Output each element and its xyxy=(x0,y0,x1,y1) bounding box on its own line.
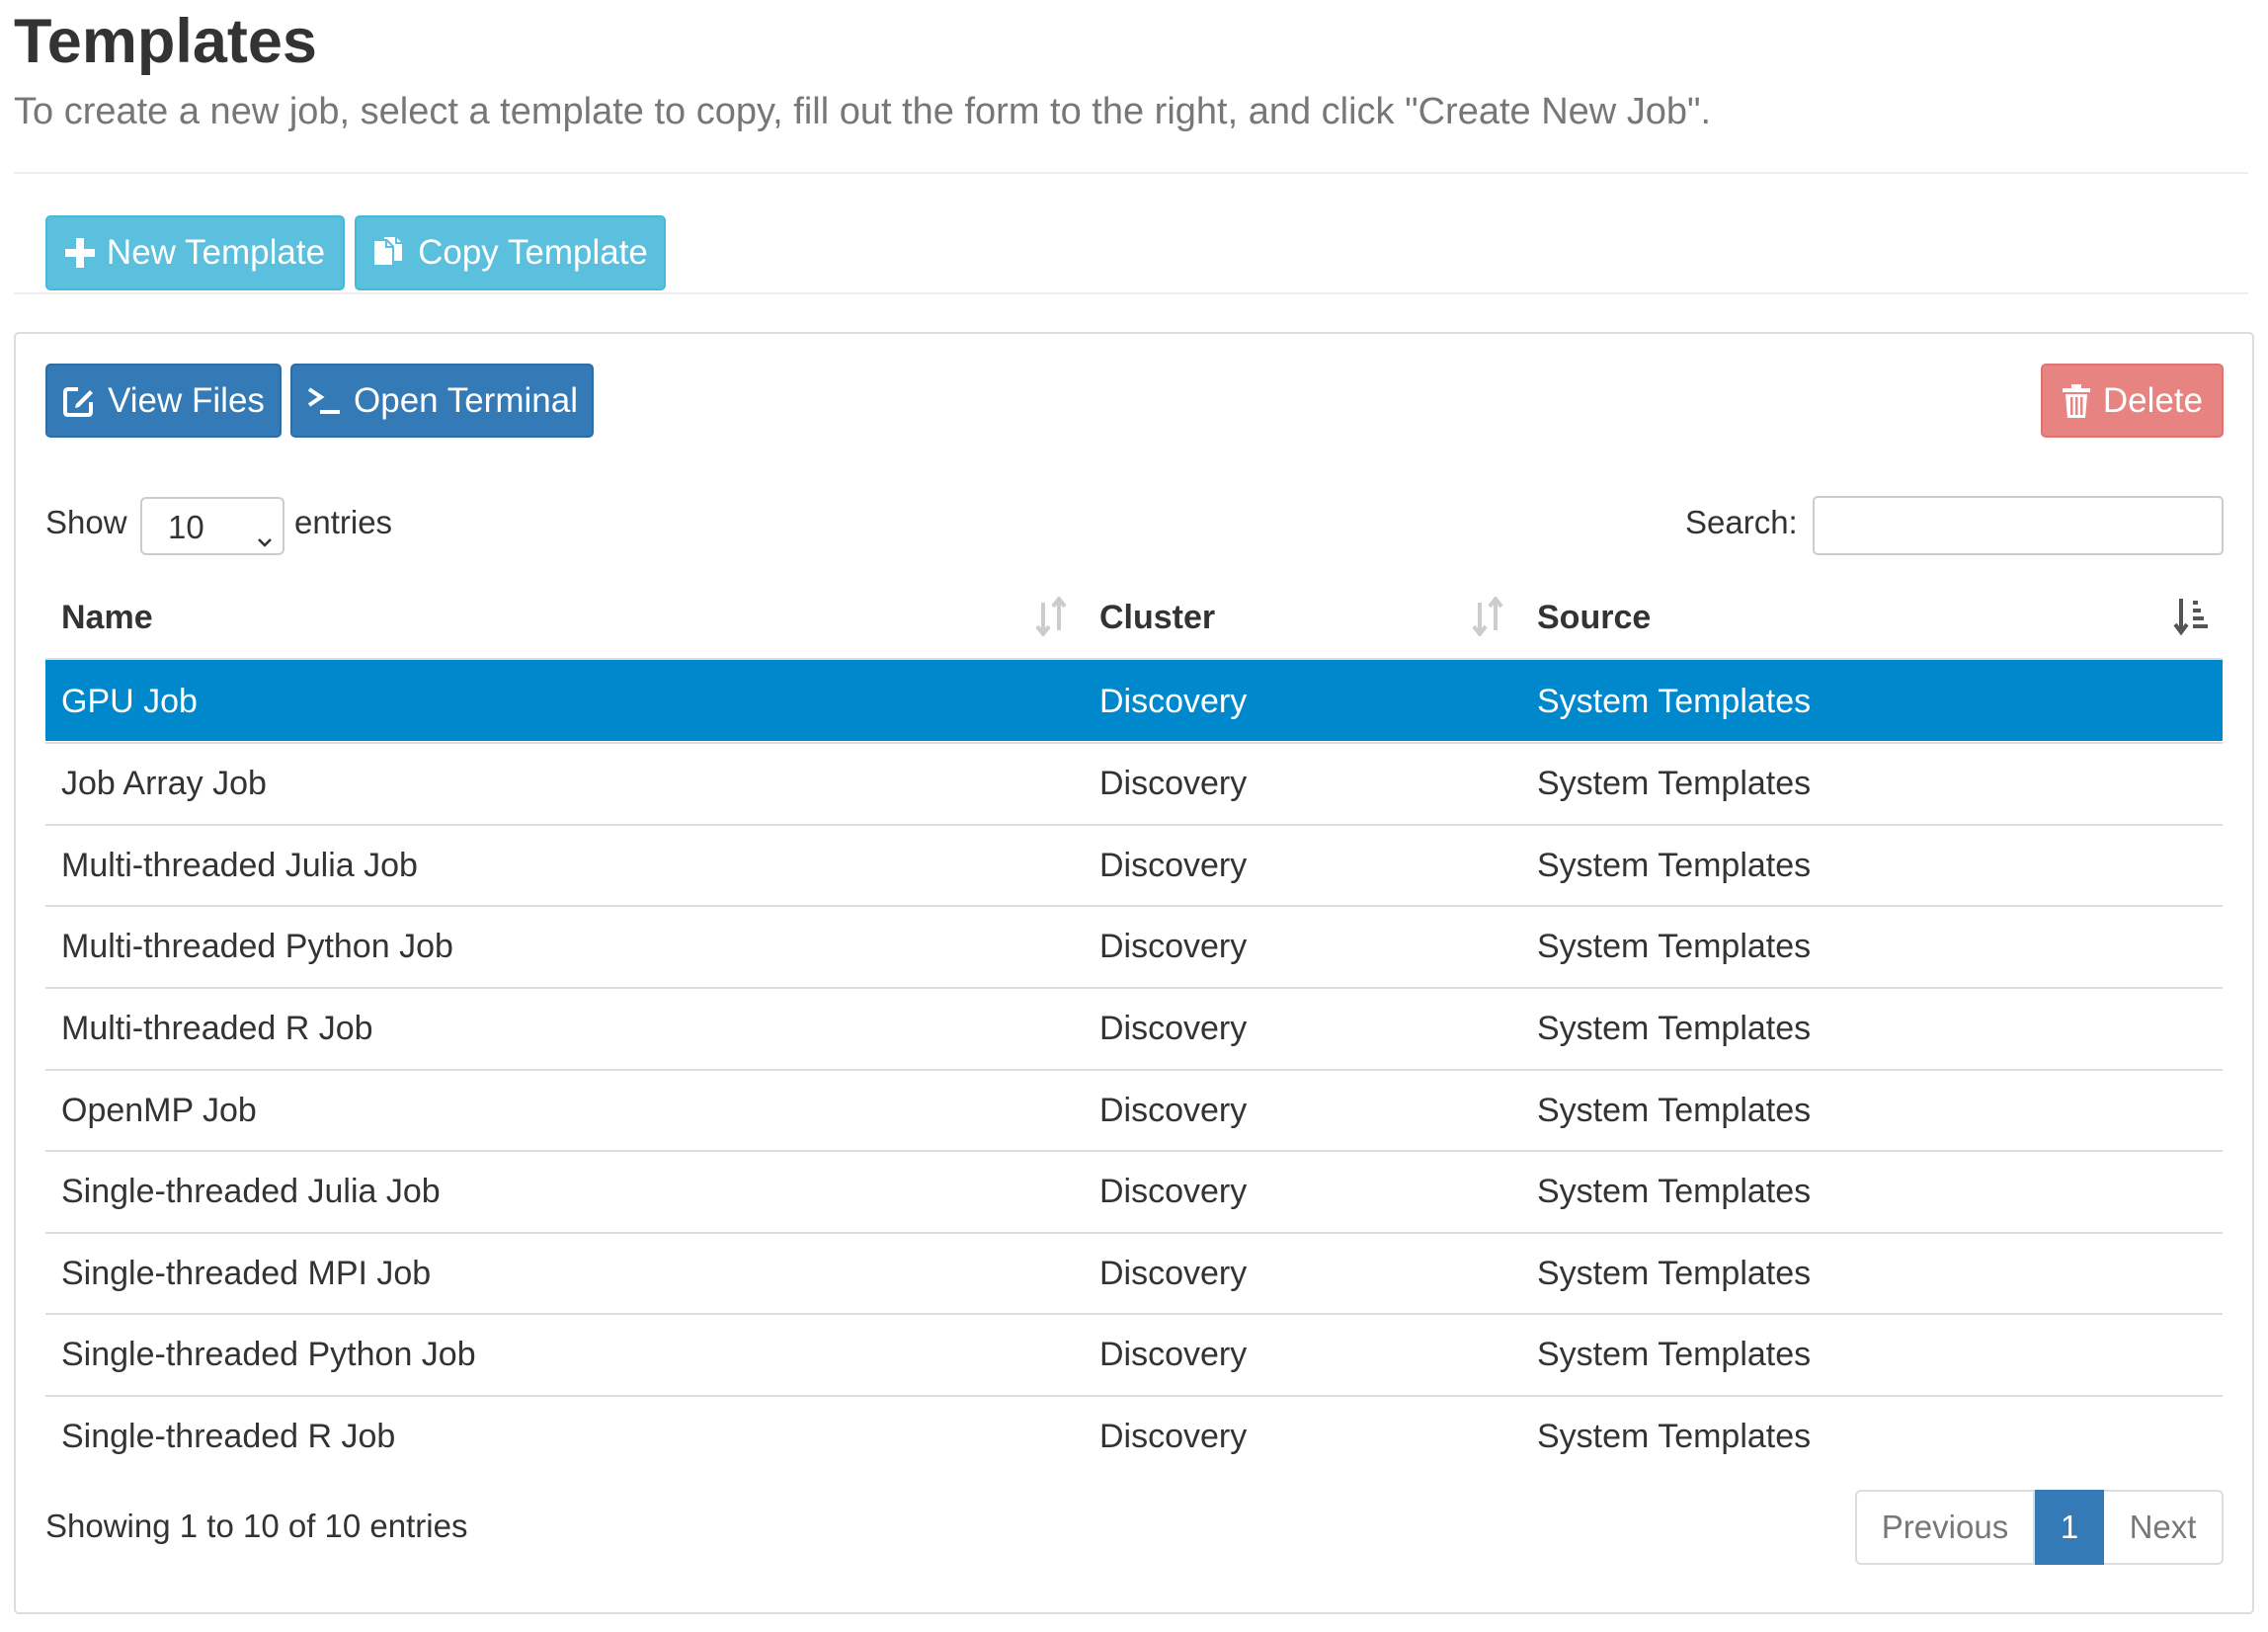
cell-cluster: Discovery xyxy=(1099,1092,1248,1129)
copy-template-button[interactable]: Copy Template xyxy=(355,215,666,290)
page-title: Templates xyxy=(14,7,317,76)
page-length-select[interactable]: 10 xyxy=(140,497,284,555)
table-row[interactable]: Job Array Job Discovery System Templates xyxy=(45,742,2223,823)
page-length-value: 10 xyxy=(168,509,204,545)
chevron-down-icon xyxy=(257,519,273,556)
pagination: Previous 1 Next xyxy=(1855,1490,2224,1565)
search-label: Search: xyxy=(1685,504,1798,540)
delete-label: Delete xyxy=(2102,380,2204,420)
cell-name: Multi-threaded R Job xyxy=(61,1010,373,1047)
table-row[interactable]: Multi-threaded R Job Discovery System Te… xyxy=(45,987,2223,1068)
plus-icon xyxy=(64,238,95,268)
cell-cluster: Discovery xyxy=(1099,765,1248,802)
cell-source: System Templates xyxy=(1537,683,1812,720)
cell-cluster: Discovery xyxy=(1099,1336,1248,1373)
table-row[interactable]: GPU Job Discovery System Templates xyxy=(45,660,2223,741)
copy-template-label: Copy Template xyxy=(418,233,648,272)
cell-cluster: Discovery xyxy=(1099,683,1248,720)
cell-source: System Templates xyxy=(1537,1173,1812,1210)
header-divider xyxy=(14,172,2248,174)
open-terminal-button[interactable]: Open Terminal xyxy=(290,364,594,438)
cell-source: System Templates xyxy=(1537,1092,1812,1129)
cell-cluster: Discovery xyxy=(1099,1173,1248,1210)
previous-page-button[interactable]: Previous xyxy=(1855,1490,2035,1565)
cell-source: System Templates xyxy=(1537,1010,1812,1047)
table-row[interactable]: OpenMP Job Discovery System Templates xyxy=(45,1069,2223,1150)
new-template-label: New Template xyxy=(106,233,326,272)
cell-source: System Templates xyxy=(1537,928,1812,965)
page-button-1[interactable]: 1 xyxy=(2035,1490,2104,1565)
table-row[interactable]: Multi-threaded Python Job Discovery Syst… xyxy=(45,905,2223,986)
sort-both-icon[interactable] xyxy=(1033,595,1069,641)
search-input[interactable] xyxy=(1813,496,2224,555)
cell-name: Job Array Job xyxy=(61,765,267,802)
cell-source: System Templates xyxy=(1537,1418,1812,1455)
cell-name: OpenMP Job xyxy=(61,1092,257,1129)
column-header-source[interactable]: Source xyxy=(1537,585,1651,650)
view-files-button[interactable]: View Files xyxy=(45,364,282,438)
cell-source: System Templates xyxy=(1537,1336,1812,1373)
show-label: Show xyxy=(45,504,127,540)
table-info: Showing 1 to 10 of 10 entries xyxy=(45,1508,468,1544)
toolbar-divider xyxy=(14,292,2248,294)
cell-cluster: Discovery xyxy=(1099,928,1248,965)
cell-name: Single-threaded R Job xyxy=(61,1418,396,1455)
table-row[interactable]: Single-threaded Julia Job Discovery Syst… xyxy=(45,1150,2223,1231)
table-row[interactable]: Single-threaded Python Job Discovery Sys… xyxy=(45,1313,2223,1394)
cell-cluster: Discovery xyxy=(1099,847,1248,884)
sort-asc-icon[interactable] xyxy=(2173,597,2211,641)
cell-source: System Templates xyxy=(1537,765,1812,802)
terminal-icon xyxy=(306,385,342,417)
copy-icon xyxy=(372,235,406,271)
view-files-label: View Files xyxy=(108,380,265,420)
open-terminal-label: Open Terminal xyxy=(354,380,578,420)
templates-page: Templates To create a new job, select a … xyxy=(0,0,2268,1632)
page-subtitle: To create a new job, select a template t… xyxy=(14,91,1712,132)
next-page-button[interactable]: Next xyxy=(2104,1490,2224,1565)
cell-cluster: Discovery xyxy=(1099,1418,1248,1455)
cell-cluster: Discovery xyxy=(1099,1010,1248,1047)
cell-source: System Templates xyxy=(1537,1255,1812,1292)
cell-name: Single-threaded Python Job xyxy=(61,1336,476,1373)
column-header-cluster[interactable]: Cluster xyxy=(1099,585,1215,650)
sort-both-icon[interactable] xyxy=(1470,595,1505,641)
cell-source: System Templates xyxy=(1537,847,1812,884)
column-header-name[interactable]: Name xyxy=(61,585,153,650)
cell-name: Single-threaded Julia Job xyxy=(61,1173,441,1210)
cell-name: Single-threaded MPI Job xyxy=(61,1255,432,1292)
delete-button[interactable]: Delete xyxy=(2041,364,2224,438)
new-template-button[interactable]: New Template xyxy=(45,215,345,290)
trash-icon xyxy=(2062,383,2091,419)
entries-label: entries xyxy=(294,504,393,540)
edit-icon xyxy=(62,384,96,418)
cell-cluster: Discovery xyxy=(1099,1255,1248,1292)
table-row[interactable]: Single-threaded MPI Job Discovery System… xyxy=(45,1232,2223,1313)
table-row[interactable]: Multi-threaded Julia Job Discovery Syste… xyxy=(45,824,2223,905)
cell-name: GPU Job xyxy=(61,683,198,720)
table-row[interactable]: Single-threaded R Job Discovery System T… xyxy=(45,1395,2223,1476)
cell-name: Multi-threaded Python Job xyxy=(61,928,453,965)
cell-name: Multi-threaded Julia Job xyxy=(61,847,418,884)
